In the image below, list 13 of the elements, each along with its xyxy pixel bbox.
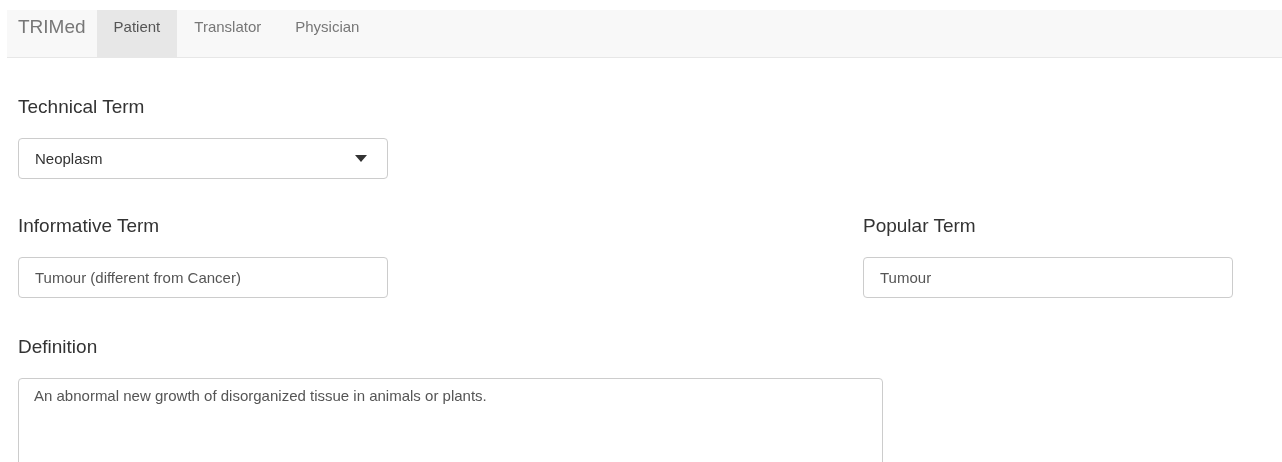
- caret-icon: [355, 155, 367, 162]
- term-dropdown[interactable]: Neoplasm: [18, 138, 388, 179]
- nav-tab[interactable]: Patient: [96, 10, 178, 57]
- nav-tab[interactable]: Translator: [177, 10, 279, 57]
- input-field[interactable]: Tumour: [863, 257, 1233, 298]
- field-label: Technical Term: [18, 96, 146, 118]
- field-label: Informative Term: [18, 215, 161, 237]
- brand-logo[interactable]: TRIMed: [7, 0, 97, 57]
- input-field[interactable]: Tumour (different from Cancer): [18, 257, 388, 298]
- nav-tab[interactable]: Physician: [278, 10, 377, 57]
- field-label: Popular Term: [863, 215, 977, 237]
- definition-textarea[interactable]: An abnormal new growth of disorganized tissue in animals or plants.: [18, 378, 883, 462]
- field-label: Definition: [18, 336, 99, 358]
